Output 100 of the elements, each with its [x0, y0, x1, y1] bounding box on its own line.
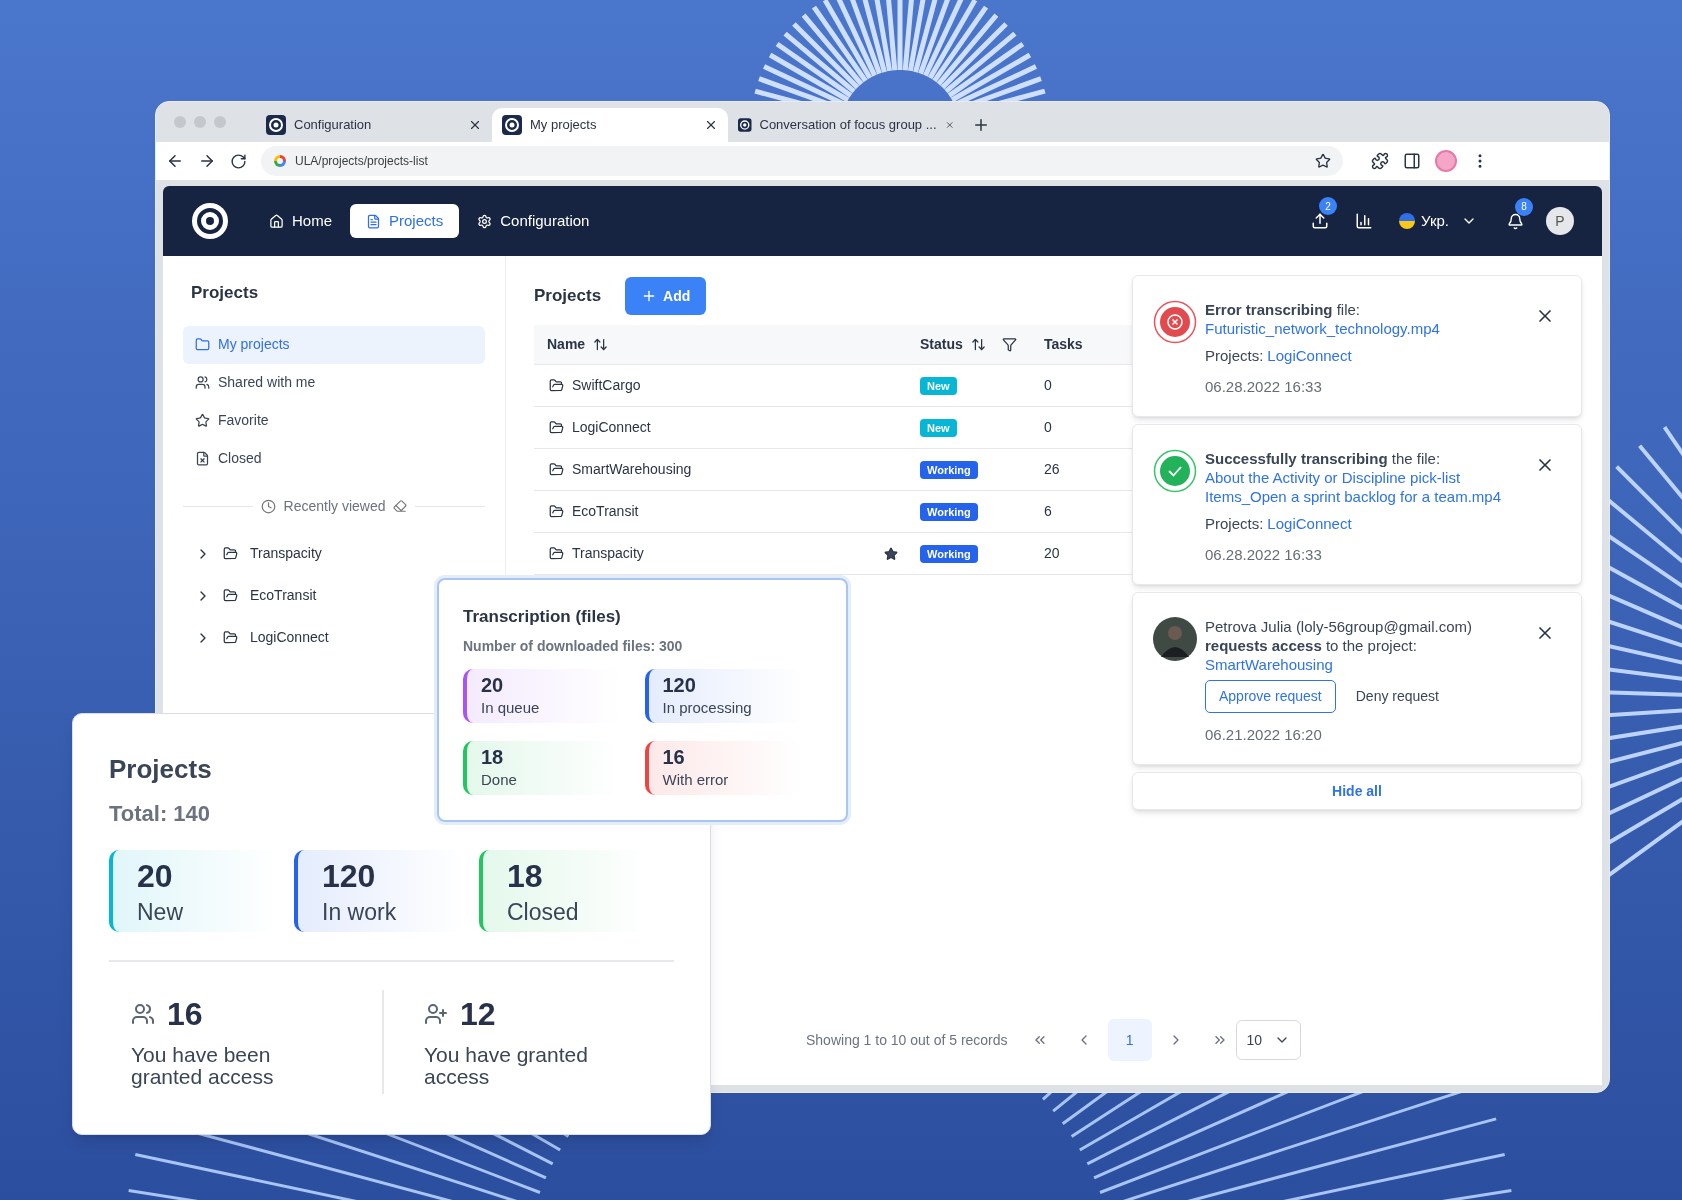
- profile-avatar[interactable]: [1435, 150, 1457, 172]
- file-link[interactable]: Futuristic_network_technology.mp4: [1205, 319, 1535, 338]
- table-cell-text: EcoTransit: [572, 502, 640, 521]
- table-row[interactable]: SmartWarehousing Working 26: [534, 449, 1134, 491]
- folder-icon: [549, 504, 564, 519]
- stat-label: Done: [481, 769, 518, 790]
- bell-icon[interactable]: [1507, 212, 1524, 230]
- status-badge: Working: [920, 461, 978, 479]
- notification-time: 06.28.2022 16:33: [1205, 545, 1323, 564]
- column-header[interactable]: Tasks: [1044, 334, 1083, 355]
- forward-icon[interactable]: [198, 152, 216, 170]
- stat-label: In queue: [481, 697, 541, 718]
- folder-icon: [223, 588, 238, 603]
- back-icon[interactable]: [166, 152, 184, 170]
- notification-message: Error transcribing file:: [1205, 300, 1362, 319]
- avatar: [1153, 617, 1197, 661]
- close-icon[interactable]: [468, 118, 482, 132]
- tree-item[interactable]: EcoTransit: [183, 574, 323, 617]
- sidebar-item[interactable]: Shared with me: [183, 363, 485, 402]
- sidebar-item[interactable]: Favorite: [183, 401, 485, 440]
- count-badge: 8: [1515, 197, 1533, 216]
- language-selector[interactable]: Укр.: [1399, 209, 1477, 233]
- app-logo-icon: [738, 115, 752, 135]
- browser-tab[interactable]: Conversation of focus group ...: [728, 108, 964, 142]
- sort-icon[interactable]: [593, 337, 609, 352]
- new-tab-icon[interactable]: [972, 116, 990, 134]
- eraser-icon[interactable]: [393, 499, 408, 513]
- project-link[interactable]: LogiConnect: [1267, 346, 1352, 365]
- folder-icon: [549, 420, 564, 435]
- url-text: ULA/projects/projects-list: [295, 153, 429, 170]
- stat-value: 20: [481, 672, 505, 698]
- stat-label: Closed: [507, 898, 580, 927]
- browser-tab[interactable]: Configuration: [256, 108, 492, 142]
- browser-tab[interactable]: My projects: [492, 108, 728, 142]
- file-icon: [366, 213, 381, 229]
- approve-button[interactable]: Approve request: [1205, 680, 1336, 713]
- table-cell-text: 0: [1044, 418, 1053, 437]
- users-icon: [131, 1002, 155, 1026]
- file-link[interactable]: SmartWarehousing: [1205, 655, 1535, 674]
- table-row[interactable]: EcoTransit Working 6: [534, 491, 1134, 533]
- stat-value: 16: [662, 744, 686, 770]
- success-icon: [1153, 449, 1197, 493]
- add-button[interactable]: Add: [625, 277, 707, 315]
- card-title: Transcription (files): [463, 606, 622, 628]
- status-badge: New: [920, 419, 957, 437]
- app-logo-icon: [191, 202, 229, 240]
- sidebar-item[interactable]: My projects: [183, 325, 485, 364]
- total-count: Total: 140: [109, 800, 211, 828]
- project-link[interactable]: LogiConnect: [1267, 514, 1352, 533]
- sidebar-item[interactable]: Closed: [183, 439, 485, 478]
- table-cell-text: LogiConnect: [572, 418, 652, 437]
- filter-icon[interactable]: [1001, 337, 1017, 352]
- chart-icon[interactable]: [1355, 212, 1374, 230]
- tree-item[interactable]: Transpacity: [183, 532, 328, 575]
- star-icon: [195, 413, 210, 428]
- user-avatar[interactable]: P: [1546, 207, 1574, 235]
- reload-icon[interactable]: [230, 152, 247, 170]
- status-badge: New: [920, 377, 957, 395]
- stat-label: With error: [662, 769, 730, 790]
- column-header[interactable]: Status: [920, 334, 963, 355]
- nav-item[interactable]: Projects: [350, 204, 460, 238]
- deny-button[interactable]: Deny request: [1355, 687, 1439, 706]
- users-icon: [195, 375, 210, 390]
- stat-value: 120: [322, 857, 377, 896]
- stat-value: 18: [507, 857, 544, 896]
- app-logo-icon: [502, 115, 522, 135]
- folder-icon: [549, 462, 564, 477]
- table-row[interactable]: LogiConnect New 0: [534, 407, 1134, 449]
- close-icon[interactable]: [704, 118, 718, 132]
- bookmark-icon[interactable]: [1315, 153, 1331, 169]
- project-label: Projects:: [1205, 514, 1264, 533]
- nav-item[interactable]: Configuration: [461, 204, 606, 238]
- file-link[interactable]: About the Activity or Discipline pick-list Items_Open a sprint backlog for a team.mp4: [1205, 468, 1535, 506]
- app-logo-icon: [266, 115, 286, 135]
- tree-item[interactable]: LogiConnect: [183, 616, 335, 659]
- address-bar[interactable]: ULA/projects/projects-list: [261, 146, 1343, 176]
- page-button[interactable]: 1: [1107, 1019, 1152, 1061]
- nav-item[interactable]: Home: [253, 204, 348, 238]
- column-header[interactable]: Name: [547, 334, 586, 355]
- hide-all-button[interactable]: Hide all: [1132, 772, 1582, 810]
- access-label: You have granted access: [424, 1044, 589, 1088]
- clock-icon: [260, 498, 276, 514]
- table-cell-text: 0: [1044, 376, 1053, 395]
- folder-icon: [223, 630, 238, 645]
- upload-icon[interactable]: [1311, 212, 1330, 230]
- table-row[interactable]: SwiftCargo New 0: [534, 365, 1134, 407]
- access-count: 16: [167, 995, 203, 1034]
- side-panel-icon[interactable]: [1403, 152, 1421, 170]
- folder-icon: [549, 546, 564, 561]
- table-cell-text: 6: [1044, 502, 1053, 521]
- sort-icon[interactable]: [970, 337, 986, 352]
- folder-icon: [195, 337, 210, 352]
- page-size-select[interactable]: 10: [1235, 1020, 1302, 1060]
- folder-icon: [223, 546, 238, 561]
- table-cell-text: SmartWarehousing: [572, 460, 693, 479]
- tab-title: Conversation of focus group ...: [759, 116, 937, 135]
- folder-icon: [549, 378, 564, 393]
- star-icon[interactable]: [884, 546, 898, 561]
- extensions-icon[interactable]: [1371, 152, 1389, 170]
- page-title: Projects: [534, 285, 602, 308]
